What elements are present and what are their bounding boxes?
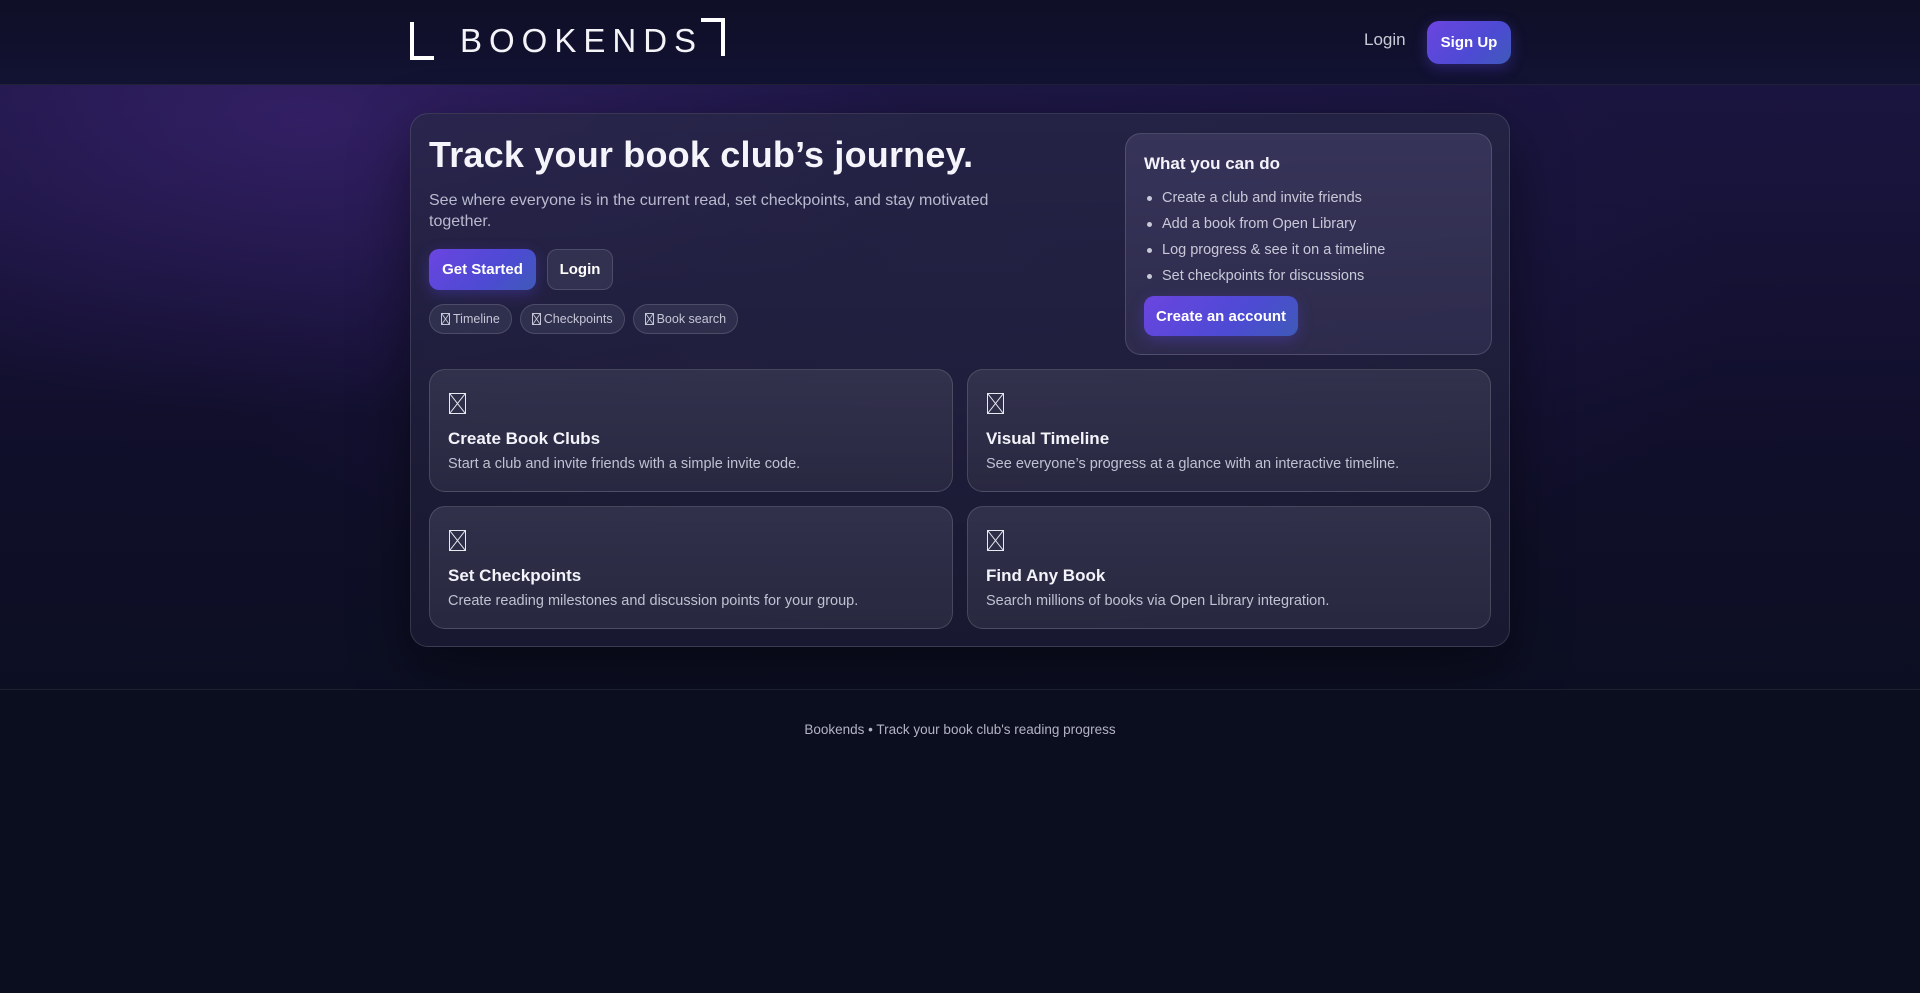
feature-title: Visual Timeline bbox=[986, 429, 1110, 448]
list-item: Log progress & see it on a timeline bbox=[1144, 237, 1484, 263]
footer-text: Bookends • Track your book club's readin… bbox=[804, 722, 1116, 737]
top-navigation-bar: BOOKENDS Login Sign Up bbox=[0, 0, 1920, 85]
feature-title: Create Book Clubs bbox=[448, 429, 601, 448]
feature-card-set-checkpoints: Set Checkpoints Create reading milestone… bbox=[429, 506, 953, 629]
feature-card-create-book-clubs: Create Book Clubs Start a club and invit… bbox=[429, 369, 953, 492]
missing-glyph-icon bbox=[531, 313, 541, 325]
what-you-can-do-panel: What you can do Create a club and invite… bbox=[1125, 133, 1492, 355]
chip-book-search: Book search bbox=[632, 304, 739, 334]
feature-chips: Timeline Checkpoints Book search bbox=[429, 304, 739, 334]
missing-glyph-icon bbox=[987, 530, 1004, 551]
logo-right-bracket bbox=[701, 18, 725, 56]
hero-subtitle: See where everyone is in the current rea… bbox=[429, 192, 989, 230]
missing-glyph-icon bbox=[441, 313, 450, 325]
chip-timeline: Timeline bbox=[429, 304, 512, 334]
get-started-button[interactable]: Get Started bbox=[429, 249, 536, 290]
chip-label: Timeline bbox=[453, 312, 500, 326]
missing-glyph-icon bbox=[449, 393, 466, 414]
hero-login-button[interactable]: Login bbox=[547, 249, 613, 290]
missing-glyph-icon bbox=[644, 313, 654, 325]
list-item: Set checkpoints for discussions bbox=[1144, 263, 1484, 289]
missing-glyph-icon bbox=[449, 530, 466, 551]
logo-left-bracket bbox=[410, 22, 434, 60]
panel-title: What you can do bbox=[1144, 154, 1280, 173]
capabilities-list: Create a club and invite friends Add a b… bbox=[1144, 185, 1484, 289]
hero-title: Track your book club’s journey. bbox=[429, 134, 974, 175]
nav-login-link[interactable]: Login bbox=[1364, 30, 1406, 50]
nav-signup-button[interactable]: Sign Up bbox=[1427, 21, 1511, 64]
feature-description: Create reading milestones and discussion… bbox=[448, 593, 859, 609]
chip-label: Checkpoints bbox=[543, 312, 613, 326]
feature-description: See everyone’s progress at a glance with… bbox=[986, 456, 1400, 472]
chip-label: Book search bbox=[656, 312, 727, 326]
feature-title: Find Any Book bbox=[986, 566, 1106, 585]
feature-card-find-any-book: Find Any Book Search millions of books v… bbox=[967, 506, 1491, 629]
feature-description: Search millions of books via Open Librar… bbox=[986, 593, 1330, 609]
logo-wordmark: BOOKENDS bbox=[460, 22, 704, 59]
hero-card: Track your book club’s journey. See wher… bbox=[410, 113, 1510, 647]
list-item: Add a book from Open Library bbox=[1144, 211, 1484, 237]
create-account-button[interactable]: Create an account bbox=[1144, 296, 1298, 336]
feature-title: Set Checkpoints bbox=[448, 566, 582, 585]
feature-description: Start a club and invite friends with a s… bbox=[448, 456, 801, 472]
chip-checkpoints: Checkpoints bbox=[519, 304, 625, 334]
page-footer: Bookends • Track your book club's readin… bbox=[0, 689, 1920, 993]
bookends-logo[interactable]: BOOKENDS bbox=[410, 18, 725, 62]
list-item: Create a club and invite friends bbox=[1144, 185, 1484, 211]
feature-card-visual-timeline: Visual Timeline See everyone’s progress … bbox=[967, 369, 1491, 492]
missing-glyph-icon bbox=[987, 393, 1004, 414]
